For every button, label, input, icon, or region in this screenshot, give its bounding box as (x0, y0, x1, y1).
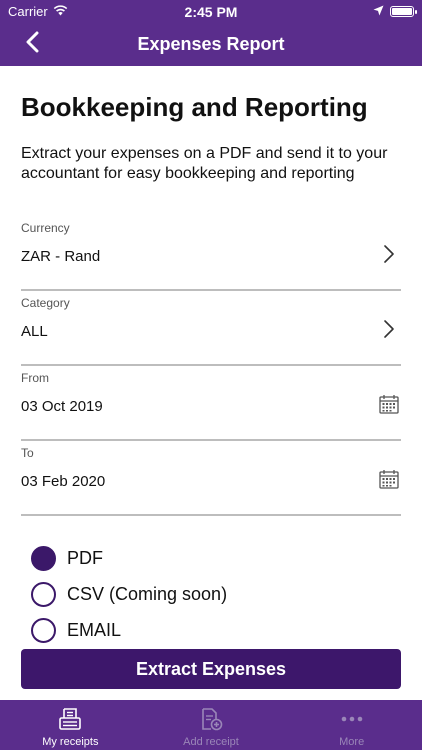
tab-label: More (339, 736, 365, 748)
tab-bar: My receipts Add receipt More (0, 700, 422, 750)
radio-button[interactable] (31, 617, 56, 643)
format-option-csv[interactable]: CSV (Coming soon) (31, 576, 227, 612)
main-content: Bookkeeping and Reporting Extract your e… (0, 66, 422, 700)
battery-icon (390, 6, 417, 17)
format-option-label: PDF (67, 547, 103, 568)
currency-value: ZAR - Rand (21, 248, 101, 265)
page-title: Expenses Report (137, 34, 285, 54)
tab-my-receipts[interactable]: My receipts (0, 700, 141, 750)
category-field[interactable]: Category ALL (21, 296, 401, 366)
more-icon (338, 706, 366, 732)
category-value: ALL (21, 323, 48, 340)
section-description: Extract your expenses on a PDF and send … (21, 145, 388, 182)
receipt-icon (56, 706, 84, 732)
tab-label: My receipts (42, 736, 99, 748)
status-time: 2:45 PM (184, 4, 238, 20)
nav-bar: Expenses Report (0, 22, 422, 66)
radio-button[interactable] (31, 545, 56, 571)
extract-expenses-button[interactable]: Extract Expenses (21, 649, 401, 689)
from-label: From (21, 371, 49, 385)
calendar-icon[interactable] (379, 392, 399, 416)
tab-more[interactable]: More (281, 700, 422, 750)
top-bar: Carrier 2:45 PM Expenses Report (0, 0, 422, 66)
chevron-right-icon (379, 242, 399, 266)
format-option-label: CSV (Coming soon) (67, 583, 228, 604)
to-label: To (21, 446, 34, 460)
to-value: 03 Feb 2020 (21, 473, 106, 490)
from-value: 03 Oct 2019 (21, 398, 103, 415)
currency-label: Currency (21, 221, 70, 235)
calendar-icon[interactable] (379, 467, 399, 491)
radio-button[interactable] (31, 581, 56, 607)
tab-label: Add receipt (183, 736, 239, 748)
format-option-email[interactable]: EMAIL (31, 612, 227, 648)
from-date-field[interactable]: From 03 Oct 2019 (21, 371, 401, 441)
status-right (373, 4, 417, 19)
status-bar: Carrier 2:45 PM (0, 0, 422, 22)
tab-add-receipt[interactable]: Add receipt (141, 700, 282, 750)
currency-field[interactable]: Currency ZAR - Rand (21, 221, 401, 291)
location-arrow-icon (373, 4, 384, 19)
chevron-right-icon (379, 317, 399, 341)
format-option-pdf[interactable]: PDF (31, 540, 227, 576)
format-options: PDF CSV (Coming soon) EMAIL (31, 540, 227, 648)
to-date-field[interactable]: To 03 Feb 2020 (21, 446, 401, 516)
category-label: Category (21, 296, 70, 310)
add-receipt-icon (197, 706, 225, 732)
section-heading: Bookkeeping and Reporting (21, 92, 368, 122)
format-option-label: EMAIL (67, 619, 122, 640)
